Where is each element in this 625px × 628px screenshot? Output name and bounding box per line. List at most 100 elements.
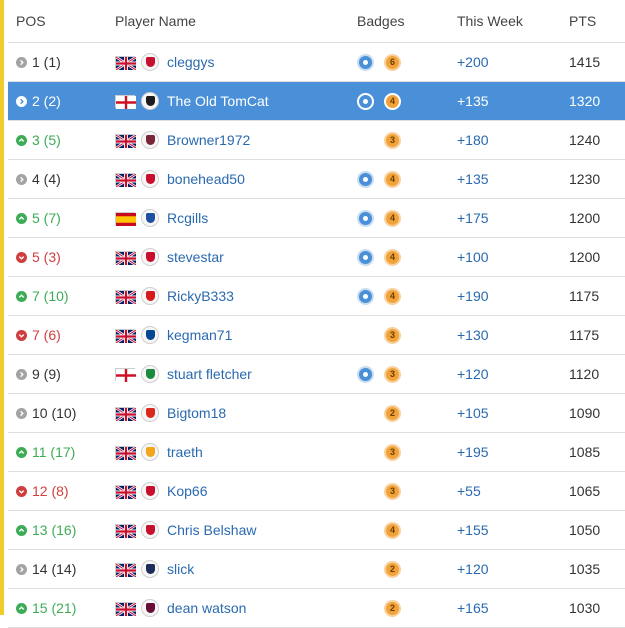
table-row[interactable]: 15 (21) dean watson 2 +165 1030	[8, 589, 625, 628]
blue-badge-icon[interactable]	[357, 355, 374, 393]
orange-badge-icon[interactable]: 2	[384, 589, 401, 627]
table-row[interactable]: 14 (14) slick 2 +120 1035	[8, 550, 625, 589]
player-name[interactable]: Bigtom18	[167, 405, 226, 421]
player-name[interactable]: Browner1972	[167, 132, 250, 148]
player-name[interactable]: stevestar	[167, 249, 224, 265]
orange-badge-icon[interactable]: 4	[384, 82, 401, 120]
this-week-points[interactable]: +130	[457, 327, 489, 343]
this-week-points[interactable]: +135	[457, 93, 489, 109]
player-name-link[interactable]: bonehead50	[167, 160, 245, 198]
this-week-points[interactable]: +155	[457, 522, 489, 538]
orange-badge-icon[interactable]: 3	[384, 472, 401, 510]
table-row[interactable]: 10 (10) Bigtom18 2 +105 1090	[8, 394, 625, 433]
player-name[interactable]: The Old TomCat	[167, 93, 269, 109]
player-name[interactable]: RickyB333	[167, 288, 234, 304]
player-name-link[interactable]: The Old TomCat	[167, 82, 269, 120]
player-name[interactable]: stuart fletcher	[167, 366, 252, 382]
table-row[interactable]: 4 (4) bonehead50 4 +135 1230	[8, 160, 625, 199]
player-name-link[interactable]: Bigtom18	[167, 394, 226, 432]
orange-badge-icon[interactable]: 4	[384, 199, 401, 237]
uk-flag-icon	[115, 238, 137, 276]
total-points-cell: 1085	[569, 433, 600, 471]
orange-badge-icon[interactable]: 3	[384, 316, 401, 354]
this-week-points[interactable]: +100	[457, 249, 489, 265]
player-name-link[interactable]: Rcgills	[167, 199, 208, 237]
player-name-link[interactable]: Chris Belshaw	[167, 511, 256, 549]
this-week-points[interactable]: +190	[457, 288, 489, 304]
uk-flag-icon	[115, 511, 137, 549]
club-crest-icon	[141, 433, 159, 471]
club-crest-icon	[141, 394, 159, 432]
player-name-link[interactable]: stevestar	[167, 238, 224, 276]
table-row[interactable]: 11 (17) traeth 3 +195 1085	[8, 433, 625, 472]
header-pts[interactable]: PTS	[569, 0, 596, 42]
blue-badge-icon[interactable]	[357, 199, 374, 237]
orange-badge-icon[interactable]: 4	[384, 160, 401, 198]
table-row[interactable]: 5 (7) Rcgills 4 +175 1200	[8, 199, 625, 238]
table-row[interactable]: 5 (3) stevestar 4 +100 1200	[8, 238, 625, 277]
orange-badge-icon[interactable]: 2	[384, 550, 401, 588]
orange-badge-icon[interactable]: 3	[384, 355, 401, 393]
player-name[interactable]: traeth	[167, 444, 203, 460]
blue-badge-icon[interactable]	[357, 238, 374, 276]
player-name[interactable]: dean watson	[167, 600, 246, 616]
this-week-cell: +195	[457, 433, 489, 471]
orange-badge-icon[interactable]: 3	[384, 121, 401, 159]
this-week-points[interactable]: +120	[457, 561, 489, 577]
player-name-link[interactable]: kegman71	[167, 316, 232, 354]
header-this-week[interactable]: This Week	[457, 0, 523, 42]
orange-badge-icon[interactable]: 2	[384, 394, 401, 432]
blue-badge-icon[interactable]	[357, 43, 374, 81]
table-row[interactable]: 1 (1) cleggys 6 +200 1415	[8, 43, 625, 82]
player-name-link[interactable]: RickyB333	[167, 277, 234, 315]
player-name[interactable]: kegman71	[167, 327, 232, 343]
player-name-link[interactable]: cleggys	[167, 43, 214, 81]
orange-badge-icon[interactable]: 4	[384, 277, 401, 315]
player-name-link[interactable]: traeth	[167, 433, 203, 471]
player-name[interactable]: Rcgills	[167, 210, 208, 226]
this-week-points[interactable]: +105	[457, 405, 489, 421]
this-week-points[interactable]: +135	[457, 171, 489, 187]
orange-badge-icon[interactable]: 4	[384, 511, 401, 549]
this-week-points[interactable]: +55	[457, 483, 481, 499]
position-text: 3 (5)	[32, 132, 61, 148]
table-row[interactable]: 9 (9) stuart fletcher 3 +120 1120	[8, 355, 625, 394]
total-points: 1320	[569, 93, 601, 109]
blue-badge-icon[interactable]	[357, 82, 374, 120]
orange-badge-icon[interactable]: 4	[384, 238, 401, 276]
blue-badge-icon[interactable]	[357, 160, 374, 198]
table-row[interactable]: 13 (16) Chris Belshaw 4 +155 1050	[8, 511, 625, 550]
header-badges[interactable]: Badges	[357, 0, 404, 42]
header-player-name[interactable]: Player Name	[115, 0, 196, 42]
orange-badge-icon[interactable]: 6	[384, 43, 401, 81]
player-name-link[interactable]: dean watson	[167, 589, 246, 627]
position-text: 7 (10)	[32, 288, 69, 304]
this-week-points[interactable]: +200	[457, 54, 489, 70]
player-name-link[interactable]: stuart fletcher	[167, 355, 252, 393]
total-points: 1200	[569, 210, 601, 226]
table-row[interactable]: 2 (2) The Old TomCat 4 +135 1320	[8, 82, 625, 121]
header-pos[interactable]: POS	[16, 0, 112, 42]
table-row[interactable]: 7 (6) kegman71 3 +130 1175	[8, 316, 625, 355]
this-week-points[interactable]: +165	[457, 600, 489, 616]
player-name[interactable]: slick	[167, 561, 194, 577]
this-week-points[interactable]: +175	[457, 210, 489, 226]
blue-badge-icon[interactable]	[357, 277, 374, 315]
uk-flag-icon	[115, 121, 137, 159]
player-name-link[interactable]: Kop66	[167, 472, 207, 510]
player-name[interactable]: bonehead50	[167, 171, 245, 187]
table-row[interactable]: 7 (10) RickyB333 4 +190 1175	[8, 277, 625, 316]
player-name[interactable]: Kop66	[167, 483, 207, 499]
this-week-points[interactable]: +120	[457, 366, 489, 382]
table-row[interactable]: 12 (8) Kop66 3 +55 1065	[8, 472, 625, 511]
uk-flag-icon	[115, 43, 137, 81]
player-name[interactable]: cleggys	[167, 54, 214, 70]
player-name[interactable]: Chris Belshaw	[167, 522, 256, 538]
player-name-link[interactable]: slick	[167, 550, 194, 588]
arrow-right-icon	[16, 368, 27, 380]
orange-badge-icon[interactable]: 3	[384, 433, 401, 471]
this-week-points[interactable]: +195	[457, 444, 489, 460]
table-row[interactable]: 3 (5) Browner1972 3 +180 1240	[8, 121, 625, 160]
this-week-points[interactable]: +180	[457, 132, 489, 148]
player-name-link[interactable]: Browner1972	[167, 121, 250, 159]
